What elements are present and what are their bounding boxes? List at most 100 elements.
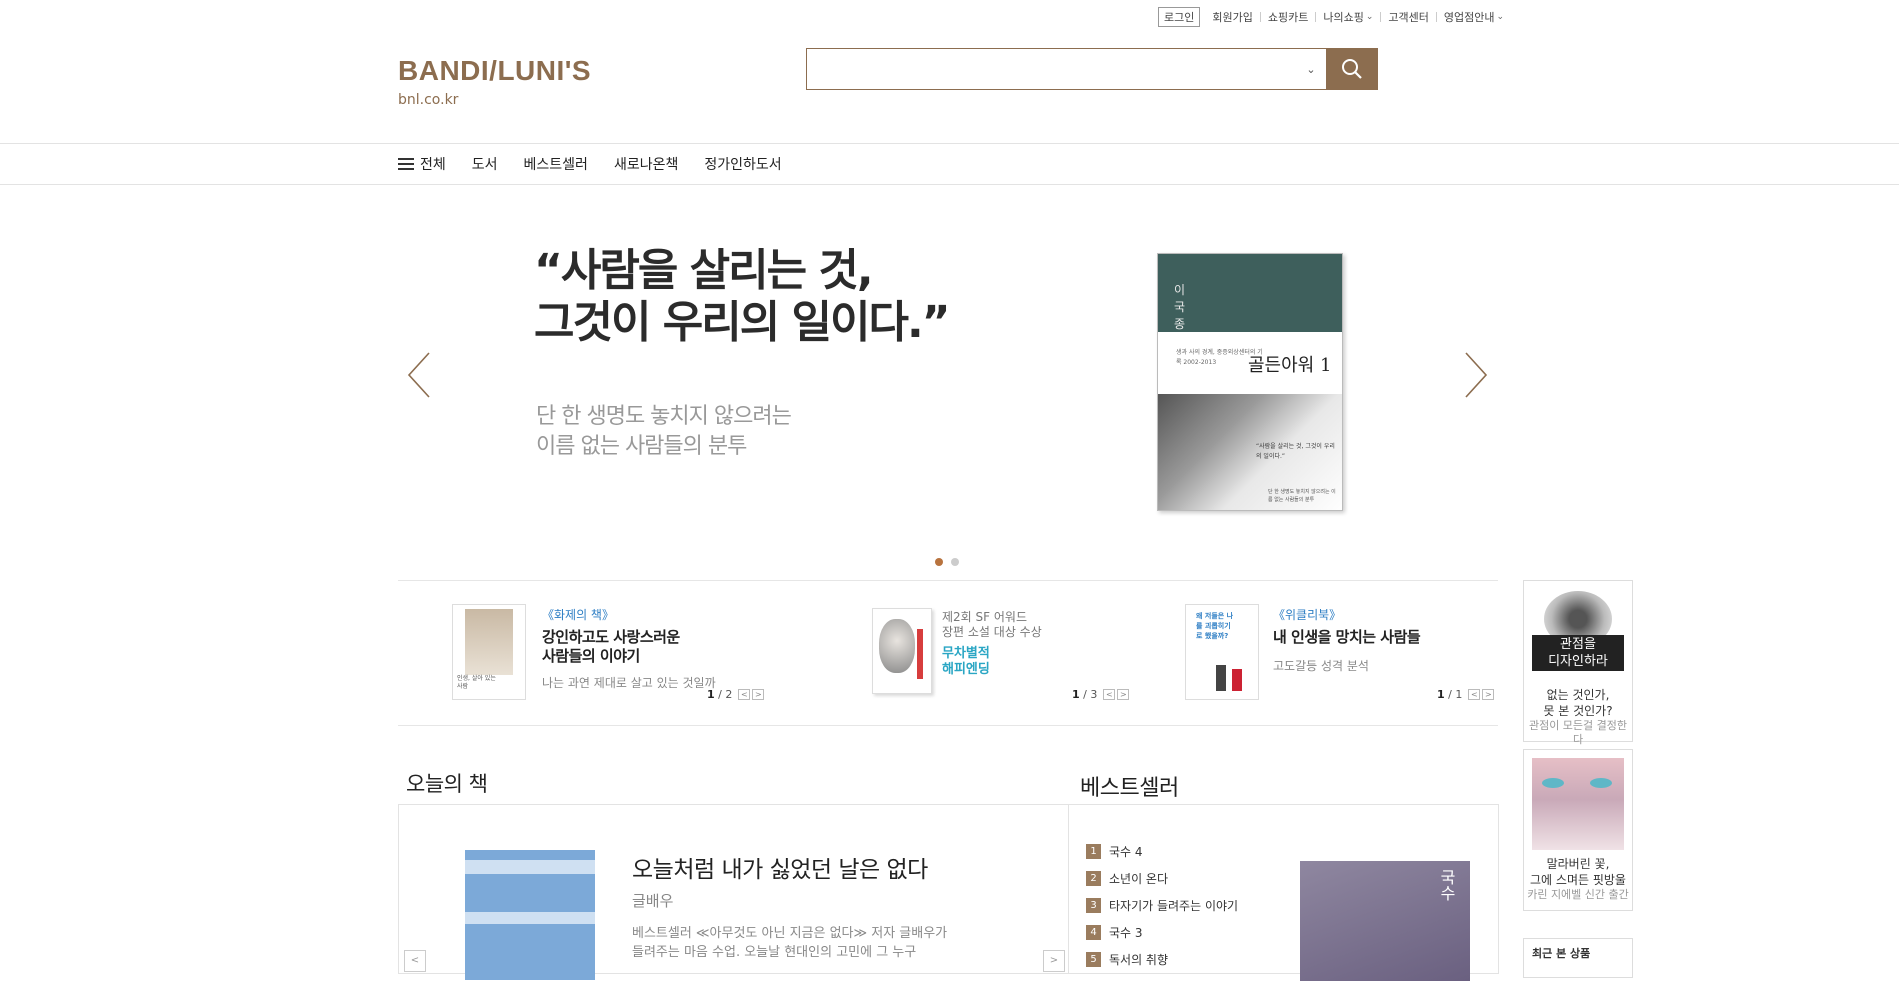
promo-thumb-figure: [1232, 669, 1242, 691]
hero-pagination: [935, 558, 967, 566]
promo-pager: 1 / 2 < >: [707, 688, 765, 701]
hero-prev-button[interactable]: [405, 350, 435, 404]
site-logo[interactable]: BANDI/LUNI'S: [398, 55, 591, 87]
promo-tag: 《위클리북》: [1273, 608, 1342, 622]
pager-prev-button[interactable]: <: [1468, 689, 1481, 700]
today-next-button[interactable]: >: [1043, 950, 1065, 972]
divider: [1435, 12, 1437, 22]
bestseller-list: 1 국수 4 2 소년이 온다 3 타자기가 들려주는 이야기 4 국수 3 5 독서의 …: [1086, 838, 1238, 973]
today-prev-button[interactable]: <: [404, 950, 426, 972]
pager-current: 1: [707, 688, 715, 701]
cover-quote: “사람을 살리는 것, 그것이 우리의 일이다.”: [1256, 443, 1335, 460]
sidebar-ad-2-eye: [1542, 778, 1564, 788]
signup-link[interactable]: 회원가입: [1212, 9, 1252, 25]
pager-total: / 2: [718, 688, 733, 701]
nav-item-new-books[interactable]: 새로나온책: [614, 154, 678, 174]
promo-title-line1: 무차별적: [942, 646, 990, 661]
bestseller-title: 독서의 취향: [1109, 953, 1169, 967]
rank-badge: 2: [1086, 871, 1101, 886]
cover-bottom-text: 단 한 생명도 놓치지 않으려는 이름 없는 사람들의 분투: [1268, 489, 1336, 503]
slide-dot-2[interactable]: [951, 558, 959, 566]
chevron-down-icon: ⌄: [1306, 62, 1316, 76]
cart-link[interactable]: 쇼핑카트: [1268, 9, 1308, 25]
today-book-cover[interactable]: [465, 850, 595, 980]
promo-title-line1: 강인하고도 사랑스러운: [542, 628, 680, 646]
recent-items-box[interactable]: 최근 본 상품: [1523, 938, 1633, 978]
slide-dot-1[interactable]: [935, 558, 943, 566]
sidebar-ad-1-cover-title: 관점을 디자인하라: [1532, 635, 1624, 671]
customer-center-link[interactable]: 고객센터: [1388, 9, 1428, 25]
utility-bar: 로그인 회원가입 쇼핑카트 나의쇼핑 ⌄ 고객센터 영업점안내 ⌄: [1158, 7, 1504, 27]
sidebar-ad-1[interactable]: 관점을 디자인하라 없는 것인가, 못 본 것인가? 관점이 모든걸 결정한다: [1523, 580, 1633, 746]
search-input[interactable]: [807, 49, 1296, 89]
promo-title-line2: 해피엔딩: [942, 662, 990, 677]
nav-item-books[interactable]: 도서: [472, 154, 498, 174]
pager-total: / 3: [1083, 688, 1098, 701]
bestseller-item[interactable]: 5 독서의 취향: [1086, 946, 1238, 973]
recent-items-title: 최근 본 상품: [1532, 947, 1591, 960]
sidebar-ad-1-cover: 관점을 디자인하라: [1532, 589, 1624, 681]
hero-quote[interactable]: “사람을 살리는 것, 그것이 우리의 일이다.”: [534, 245, 951, 349]
main-nav: 전체 도서 베스트셀러 새로나온책 정가인하도서: [398, 143, 808, 184]
bestseller-item[interactable]: 4 국수 3: [1086, 919, 1238, 946]
pager-next-button[interactable]: >: [752, 689, 765, 700]
sidebar-ad-1-caption: 관점이 모든걸 결정한다: [1528, 719, 1628, 746]
promo-pager: 1 / 3 < >: [1072, 688, 1130, 701]
promo-card-3[interactable]: 왜 저들은 나를 괴롭히기로 했을까? 《위클리북》 내 인생을 망치는 사람들…: [1185, 604, 1497, 701]
bestseller-cover[interactable]: 국수: [1300, 861, 1470, 981]
chevron-down-icon: ⌄: [1496, 12, 1505, 22]
hero-next-button[interactable]: [1460, 350, 1490, 404]
chevron-right-icon: [1465, 352, 1488, 398]
hero-sub-line2: 이름 없는 사람들의 분투: [536, 434, 747, 459]
promo-title-line2: 사람들의 이야기: [542, 647, 640, 665]
promo-title-line1: 내 인생을 망치는 사람들: [1273, 628, 1421, 646]
search-dropdown-toggle[interactable]: ⌄: [1296, 49, 1326, 89]
rank-badge: 3: [1086, 898, 1101, 913]
pager-prev-button[interactable]: <: [738, 689, 751, 700]
promo-thumb-2: [872, 608, 932, 694]
today-book-desc: 베스트셀러 ≪아무것도 아닌 지금은 없다≫ 저자 글배우가 들려주는 마음 수…: [632, 926, 948, 960]
today-book-author: 글배우: [632, 892, 674, 910]
promo-card-1[interactable]: 인생, 살아 있는 사람 《화제의 책》 강인하고도 사랑스러운 사람들의 이야…: [452, 604, 772, 701]
nav-item-discount-books[interactable]: 정가인하도서: [704, 154, 781, 174]
promo-thumb-1: 인생, 살아 있는 사람: [452, 604, 526, 700]
cover-strip: [465, 912, 595, 924]
search-button[interactable]: [1326, 48, 1378, 90]
bestseller-item[interactable]: 2 소년이 온다: [1086, 865, 1238, 892]
sidebar-ad-1-line1: 없는 것인가,: [1546, 688, 1610, 702]
nav-item-bestseller[interactable]: 베스트셀러: [524, 154, 588, 174]
rank-badge: 4: [1086, 925, 1101, 940]
nav-all-label: 전체: [420, 156, 446, 173]
sidebar-ad-2-cover: [1532, 758, 1624, 850]
sidebar-ad-1-line2: 못 본 것인가?: [1543, 704, 1613, 718]
cover-top-band: [1158, 254, 1342, 332]
bestseller-item[interactable]: 3 타자기가 들려주는 이야기: [1086, 892, 1238, 919]
pager-current: 1: [1437, 688, 1445, 701]
rank-badge: 1: [1086, 844, 1101, 859]
sidebar-ad-2[interactable]: 말라버린 꽃, 그에 스며든 핏방울 카린 지에벨 신간 출간: [1523, 749, 1633, 911]
pager-prev-button[interactable]: <: [1103, 689, 1116, 700]
nav-all-menu[interactable]: 전체: [398, 154, 446, 174]
hero-book-cover[interactable]: 이 국 종 생과 사의 경계, 중증외상센터의 기록 2002-2013 골든아…: [1157, 253, 1343, 511]
promo-award-line2: 장편 소설 대상 수상: [942, 625, 1042, 639]
store-info-menu[interactable]: 영업점안내 ⌄: [1444, 9, 1504, 25]
bestseller-title: 타자기가 들려주는 이야기: [1109, 899, 1239, 913]
promo-card-2[interactable]: 제2회 SF 어워드 장편 소설 대상 수상 무차별적 해피엔딩 1 / 3 <…: [872, 604, 1142, 701]
promo-thumb-red-strip: [917, 629, 923, 679]
pager-next-button[interactable]: >: [1117, 689, 1130, 700]
my-shopping-menu[interactable]: 나의쇼핑 ⌄: [1323, 9, 1373, 25]
promo-desc: 고도갈등 성격 분석: [1273, 659, 1369, 673]
bestseller-item[interactable]: 1 국수 4: [1086, 838, 1238, 865]
promo-pager: 1 / 1 < >: [1437, 688, 1495, 701]
pager-total: / 1: [1448, 688, 1463, 701]
bestseller-title: 국수 4: [1109, 845, 1143, 859]
chevron-right-icon: >: [1049, 955, 1059, 966]
login-link[interactable]: 로그인: [1158, 7, 1201, 27]
promo-thumb-3: 왜 저들은 나를 괴롭히기로 했을까?: [1185, 604, 1259, 700]
pager-current: 1: [1072, 688, 1080, 701]
pager-next-button[interactable]: >: [1482, 689, 1495, 700]
hero-subtitle: 단 한 생명도 놓치지 않으려는 이름 없는 사람들의 분투: [536, 402, 792, 462]
today-book-title[interactable]: 오늘처럼 내가 싫었던 날은 없다: [632, 850, 928, 884]
my-shopping-label: 나의쇼핑: [1323, 11, 1364, 24]
divider: [1380, 12, 1382, 22]
